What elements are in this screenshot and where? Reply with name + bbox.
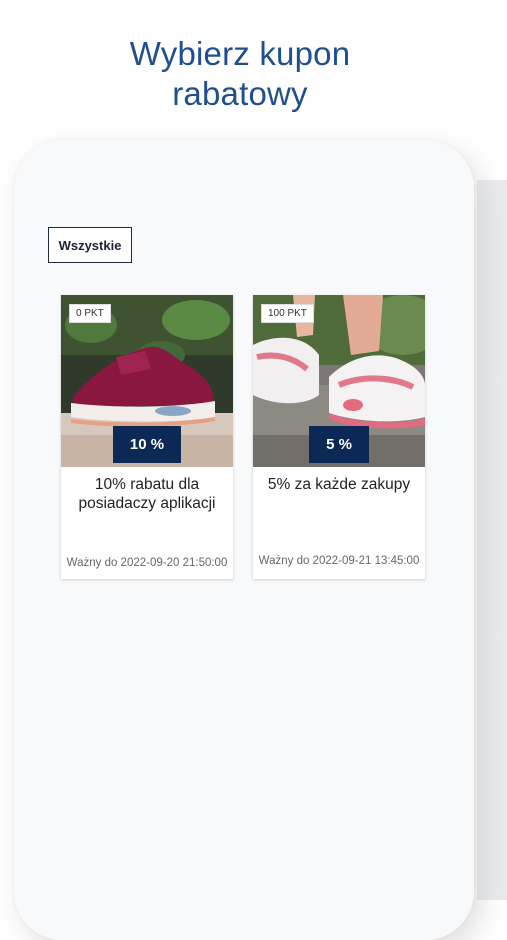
page-heading: Wybierz kupon rabatowy xyxy=(0,34,480,114)
coupon-validity: Ważny do 2022-09-21 13:45:00 xyxy=(258,555,420,567)
discount-badge: 10 % xyxy=(113,426,181,463)
coupon-validity: Ważny do 2022-09-20 21:50:00 xyxy=(66,557,228,569)
coupon-image-burgundy-sneaker: 0 PKT 10 % xyxy=(61,295,233,467)
coupon-card[interactable]: 100 PKT 5 % 5% za każde zakupy Ważny do … xyxy=(253,295,425,579)
points-badge: 100 PKT xyxy=(261,304,314,323)
filter-all-button[interactable]: Wszystkie xyxy=(48,227,132,263)
heading-line-2: rabatowy xyxy=(172,75,308,112)
points-badge: 0 PKT xyxy=(69,304,111,323)
heading-line-1: Wybierz kupon xyxy=(129,35,351,72)
coupon-title: 5% za każde zakupy xyxy=(267,476,411,493)
discount-badge: 5 % xyxy=(309,426,369,463)
coupon-card[interactable]: 0 PKT 10 % 10% rabatu dla posiadaczy apl… xyxy=(61,295,233,579)
coupon-image-white-pink-sneakers: 100 PKT 5 % xyxy=(253,295,425,467)
coupon-title: 10% rabatu dla posiadaczy aplikacji xyxy=(78,476,216,512)
device-edge xyxy=(477,180,507,900)
